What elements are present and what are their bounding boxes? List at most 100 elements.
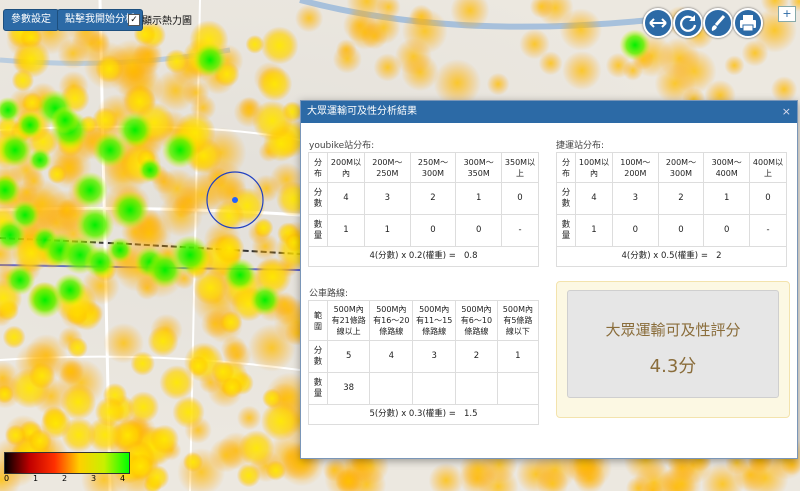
heatmap-blob (252, 100, 293, 141)
row-label: 分數 (556, 182, 576, 215)
table-cell: 3 (412, 340, 457, 373)
table-cell: 1 (575, 214, 613, 247)
table-cell: 0 (703, 214, 750, 247)
heatmap-blob (71, 171, 109, 209)
table-cell: 1 (703, 182, 750, 215)
heatmap-blob (223, 258, 257, 292)
table-header: 300M～350M (455, 152, 502, 183)
close-icon[interactable]: × (782, 101, 791, 123)
refresh-icon[interactable] (673, 8, 703, 38)
legend-label: 1 (33, 474, 39, 483)
heatmap-blob (116, 111, 154, 149)
table-cell: 3 (611, 182, 659, 215)
heatmap-blob (486, 72, 510, 96)
heatmap-blob (147, 325, 179, 357)
table-cell (455, 372, 498, 405)
heatmap-blob (53, 273, 87, 307)
table-header: 500M內有21條路線以上 (326, 300, 371, 341)
bus-heading: 公車路線: (309, 289, 349, 299)
score-card: 大眾運輸可及性評分 4.3分 (567, 290, 779, 398)
heatmap-blob (770, 76, 798, 103)
heatmap-blob (95, 54, 124, 83)
expand-horizontal-icon[interactable] (643, 8, 673, 38)
dialog-title: 大眾運輸可及性分析結果 (307, 106, 417, 117)
heatmap-checkbox[interactable]: ✓ (128, 13, 140, 26)
table-header: 200M以內 (327, 152, 365, 183)
table-header: 200M～300M (657, 152, 705, 183)
heatmap-blob (220, 335, 248, 363)
legend-label: 3 (91, 474, 97, 483)
heatmap-blob (27, 147, 53, 173)
score-panel: 大眾運輸可及性評分 4.3分 (556, 281, 790, 418)
heatmap-toggle[interactable]: ✓ 顯示熱力圖 (128, 12, 192, 27)
row-label: 分數 (308, 182, 328, 215)
heatmap-blob (562, 50, 602, 91)
heatmap-blob (2, 325, 26, 349)
heatmap-blob (538, 51, 563, 76)
heatmap-blob (672, 49, 717, 94)
row-label: 數量 (308, 372, 328, 405)
table-header: 分布 (556, 152, 576, 183)
row-label: 數量 (308, 214, 328, 247)
table-header: 範圍 (308, 300, 328, 341)
heatmap-blob (110, 190, 150, 230)
table-header: 500M內有16～20條路線 (369, 300, 414, 341)
table-cell: 4 (369, 340, 414, 373)
table-header: 分布 (308, 152, 328, 183)
heatmap-blob (156, 168, 198, 209)
bus-table: 範圍 500M內有21條路線以上 500M內有16～20條路線 500M內有11… (308, 300, 540, 425)
legend-label: 4 (120, 474, 126, 483)
table-cell: 0 (455, 214, 502, 247)
heatmap-blob (159, 365, 195, 401)
score-value: 4.3分 (649, 356, 697, 377)
analysis-point-marker[interactable] (232, 197, 238, 203)
row-label: 數量 (556, 214, 576, 247)
heatmap-blob (137, 157, 163, 183)
heatmap-blob (127, 453, 154, 480)
heatmap-blob (221, 376, 243, 399)
formula-row: 4(分數) x 0.2(權重) = 0.8 (308, 246, 539, 267)
metro-table: 分布 100M以內 100M～200M 200M～300M 300M～400M … (556, 152, 787, 267)
table-header: 500M內有6～10條路線 (455, 300, 498, 341)
heatmap-blob (741, 39, 769, 67)
table-cell: 0 (611, 214, 659, 247)
print-icon[interactable] (733, 8, 763, 38)
heatmap-blob (373, 53, 402, 82)
heatmap-blob (47, 164, 67, 184)
table-header: 200M～250M (363, 152, 411, 183)
formula-result: 1.5 (464, 409, 478, 419)
heatmap-blob (75, 205, 115, 245)
table-cell: 1 (327, 214, 365, 247)
heatmap-blob (192, 270, 228, 305)
heatmap-blob (28, 362, 56, 389)
heatmap-blob (130, 351, 155, 376)
legend-label: 2 (62, 474, 68, 483)
heatmap-blob (107, 237, 133, 263)
heatmap-blob (182, 451, 204, 473)
heatmap-blob (236, 405, 262, 431)
heatmap-blob (245, 34, 265, 54)
formula-text: 4(分數) x 0.2(權重) = (369, 251, 456, 261)
heatmap-blob (40, 408, 72, 439)
zoom-in-button[interactable]: + (778, 6, 796, 22)
heatmap-blob (238, 430, 275, 467)
heatmap-blob (11, 69, 35, 92)
analysis-result-dialog: 大眾運輸可及性分析結果 × youbike站分布: 分布 200M以內 200M… (300, 100, 798, 459)
heatmap-blob (67, 337, 88, 359)
table-cell: 1 (496, 340, 540, 373)
paintbrush-icon[interactable] (703, 8, 733, 38)
youbike-table: 分布 200M以內 200M～250M 250M～300M 300M～350M … (308, 152, 539, 267)
heatmap-blob (213, 200, 245, 232)
table-header: 500M內有11～15條路線 (412, 300, 457, 341)
table-header: 250M～300M (409, 152, 457, 183)
dialog-header: 大眾運輸可及性分析結果 × (301, 101, 797, 123)
heatmap-blob (192, 42, 228, 78)
table-cell: 2 (409, 182, 457, 215)
heatmap-blob (724, 55, 745, 76)
heatmap-blob (172, 395, 205, 429)
params-button[interactable]: 參數設定 (3, 9, 59, 31)
formula-row: 5(分數) x 0.3(權重) = 1.5 (308, 404, 539, 425)
table-cell: 0 (409, 214, 457, 247)
table-cell: 0 (501, 182, 539, 215)
heatmap-blob (332, 44, 362, 74)
